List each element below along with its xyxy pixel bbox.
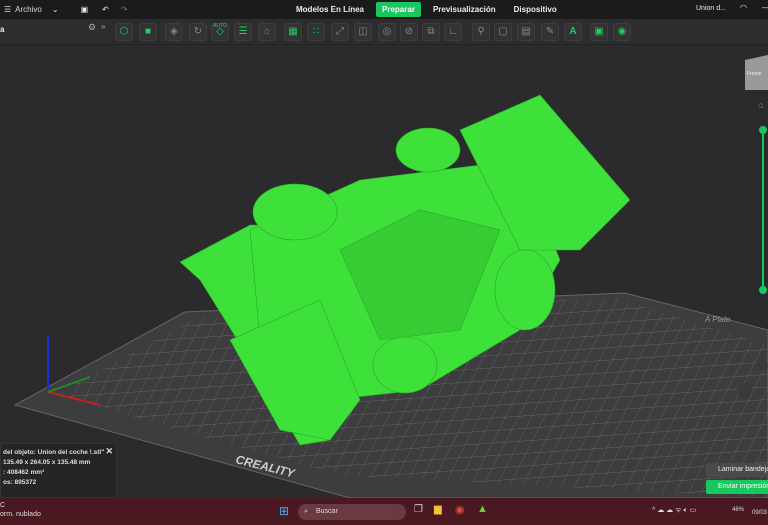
split-button[interactable]: ⌂ [258, 23, 276, 41]
slider-top-handle[interactable] [759, 126, 767, 134]
left-panel-label: a [0, 25, 5, 34]
save-icon[interactable]: ▣ [81, 5, 89, 14]
object-name: del objeto: Union del coche !.stl" [3, 449, 105, 456]
add-plate-button[interactable]: ■ [139, 23, 157, 41]
title-bar: ☰ Archivo ⌄ ▣ ↶ ↷ Modelos En Línea Prepar… [0, 0, 768, 19]
3d-viewport[interactable]: A Plate CREALITY Frente ⌂ [0, 45, 768, 499]
redo-icon[interactable]: ↷ [121, 5, 128, 14]
settings-view-button[interactable] [738, 383, 752, 397]
weather-widget[interactable]: Corm. nublado [0, 501, 41, 519]
view-cube[interactable]: Frente [745, 55, 768, 90]
clock-date[interactable]: 09/03 [752, 510, 767, 516]
task-view-icon[interactable]: ❐ [414, 504, 423, 515]
add-object-button[interactable]: ⬡ [115, 23, 133, 41]
undo-icon[interactable]: ↶ [102, 5, 109, 14]
scale-button[interactable]: ⤢ [331, 23, 349, 41]
expand-icon[interactable]: » [101, 22, 105, 31]
settings-icon[interactable]: ⚙ [88, 22, 96, 33]
tray-icons[interactable]: ^ ☁ ☁ ᯤ 🔈︎ ▭ [652, 506, 696, 515]
tab-prepare[interactable]: Preparar [376, 2, 421, 17]
tab-preview[interactable]: Previsualización [427, 2, 502, 17]
object-facets: os: 895372 [3, 479, 37, 486]
orient-button[interactable]: ◈ [165, 23, 183, 41]
svg-text:Frente: Frente [747, 71, 762, 77]
tool-14[interactable]: ∟ [444, 23, 462, 41]
taskbar: Corm. nublado ⊞ ⌕ Buscar ❐ ▆ ◉ ▲ ^ ☁ ☁ ᯤ … [0, 498, 768, 525]
chrome-icon[interactable]: ◉ [455, 503, 465, 516]
arrange-button[interactable]: ☰ [234, 23, 252, 41]
search-icon: ⌕ [304, 508, 308, 515]
search-input[interactable]: ⌕ Buscar [298, 504, 406, 520]
tool-13[interactable]: ⧉ [422, 23, 440, 41]
measure-button[interactable]: ◉ [613, 23, 631, 41]
battery-level: 46% [732, 507, 745, 513]
menu-icon: ☰ [4, 5, 12, 14]
tool-17[interactable]: ▤ [517, 23, 535, 41]
object-size: 135.49 x 264.05 x 135.48 mm [3, 459, 91, 466]
object-info-panel: ✕ del objeto: Union del coche !.stl" 135… [0, 443, 117, 498]
slider-bottom-handle[interactable] [759, 286, 767, 294]
user-icon[interactable]: ◠ [740, 3, 747, 12]
plate-label: A Plate [704, 315, 731, 324]
start-icon[interactable]: ⊞ [279, 504, 289, 518]
tool-11[interactable]: ◎ [378, 23, 396, 41]
tab-online-models[interactable]: Modelos En Línea [290, 2, 370, 17]
send-print-button[interactable]: Enviar impresión [706, 480, 768, 494]
tool-12[interactable]: ⊘ [400, 23, 418, 41]
text-button[interactable]: A [564, 23, 582, 41]
cube-button[interactable]: ◫ [354, 23, 372, 41]
minimize-button[interactable]: — [762, 3, 768, 12]
object-volume: : 408462 mm³ [3, 469, 45, 476]
tool-16[interactable]: ▢ [494, 23, 512, 41]
grid-button[interactable]: ∷ [307, 23, 325, 41]
view-button[interactable] [756, 359, 768, 371]
file-explorer-icon[interactable]: ▆ [434, 504, 442, 515]
chevron-down-icon[interactable]: ⌄ [52, 5, 59, 14]
auto-orient-button[interactable]: AUTO ◇ [211, 23, 229, 41]
scene: A Plate CREALITY Frente ⌂ [13, 55, 768, 499]
assembly-button[interactable]: ▣ [590, 23, 608, 41]
file-menu[interactable]: ☰ Archivo [0, 5, 46, 14]
slice-plate-button[interactable]: Laminar bandeja [706, 463, 768, 477]
layout-button[interactable]: ▦ [284, 23, 302, 41]
toolbar: a ⚙ » ⬡ ■ ◈ ↻ AUTO ◇ ☰ ⌂ ▦ ∷ ⤢ ◫ ◎ ⊘ ⧉ ∟ … [0, 19, 768, 45]
tool-15[interactable]: ⚲ [472, 23, 490, 41]
tab-device[interactable]: Dispositivo [508, 2, 563, 17]
home-icon[interactable]: ⌂ [758, 100, 763, 110]
creality-print-icon[interactable]: ▲ [477, 503, 488, 515]
project-title: Union d... [696, 5, 726, 12]
close-icon[interactable]: ✕ [105, 446, 113, 456]
paint-button[interactable]: ✎ [541, 23, 559, 41]
rotate-button[interactable]: ↻ [189, 23, 207, 41]
